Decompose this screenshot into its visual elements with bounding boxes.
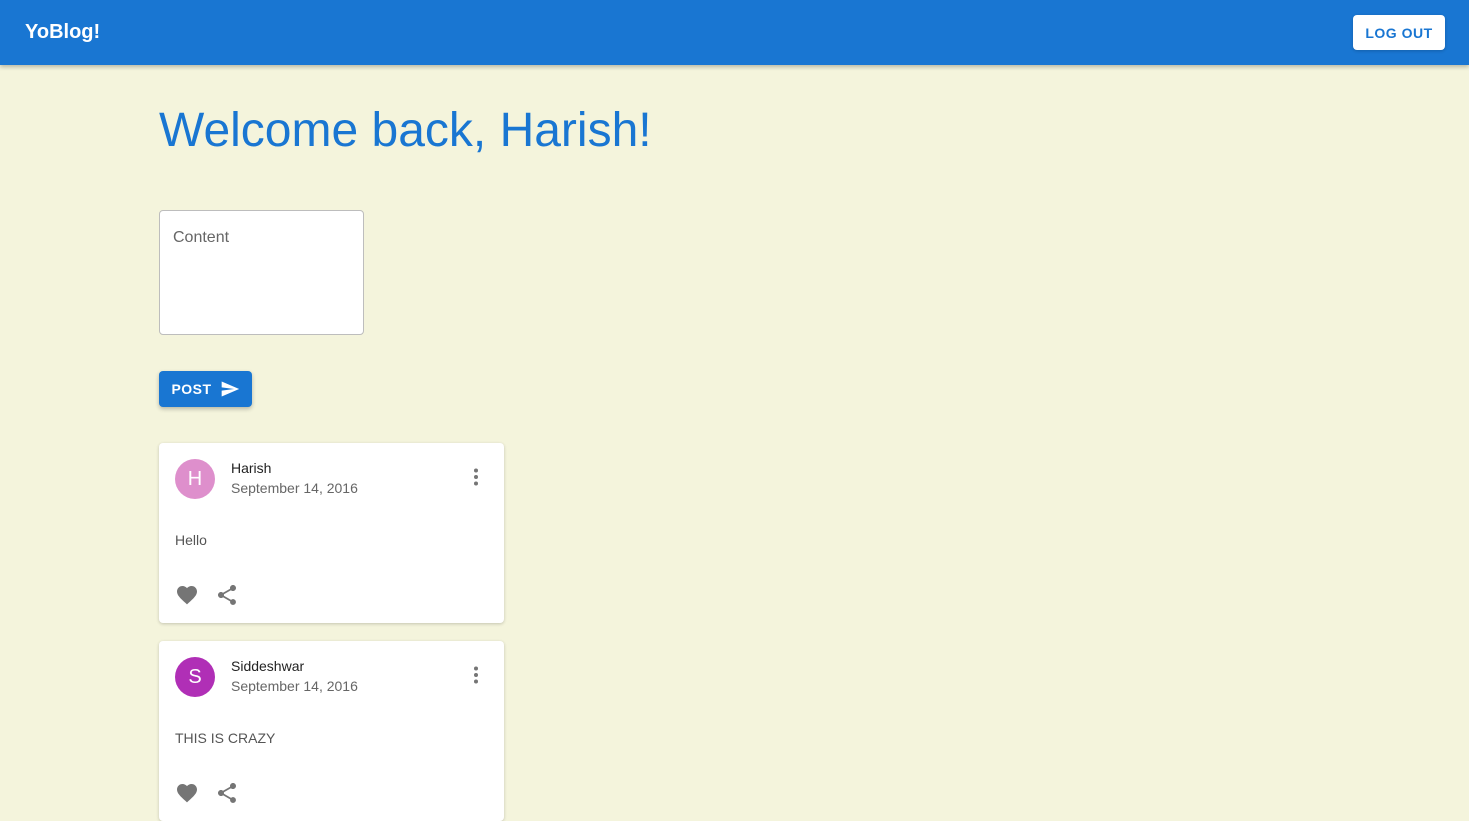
post-body: THIS IS CRAZY: [175, 730, 276, 746]
avatar-letter: H: [187, 467, 203, 490]
post-button[interactable]: POST: [159, 371, 252, 407]
share-icon[interactable]: [215, 781, 239, 805]
heart-icon[interactable]: [175, 781, 199, 805]
post-list: H Harish September 14, 2016 Hello S Sidd…: [159, 443, 859, 821]
post-body: Hello: [175, 532, 207, 548]
app-bar: YoBlog! LOG OUT: [0, 0, 1469, 65]
more-vert-icon[interactable]: [464, 663, 488, 687]
app-title[interactable]: YoBlog!: [25, 21, 100, 44]
content-input[interactable]: [159, 210, 364, 335]
post-card: S Siddeshwar September 14, 2016 THIS IS …: [159, 641, 504, 821]
send-icon: [221, 381, 239, 397]
avatar: H: [175, 459, 215, 499]
post-author: Siddeshwar: [231, 658, 305, 674]
post-actions: [175, 583, 239, 607]
post-button-label: POST: [171, 381, 212, 397]
avatar-letter: S: [188, 665, 202, 688]
heart-icon[interactable]: [175, 583, 199, 607]
post-date: September 14, 2016: [231, 678, 358, 694]
avatar: S: [175, 657, 215, 697]
more-vert-icon[interactable]: [464, 465, 488, 489]
share-icon[interactable]: [215, 583, 239, 607]
logout-button[interactable]: LOG OUT: [1353, 15, 1445, 50]
post-actions: [175, 781, 239, 805]
post-card: H Harish September 14, 2016 Hello: [159, 443, 504, 623]
post-author: Harish: [231, 460, 272, 476]
welcome-heading: Welcome back, Harish!: [159, 104, 652, 157]
post-date: September 14, 2016: [231, 480, 358, 496]
main-content: Welcome back, Harish! POST H Harish Sept…: [159, 65, 859, 821]
